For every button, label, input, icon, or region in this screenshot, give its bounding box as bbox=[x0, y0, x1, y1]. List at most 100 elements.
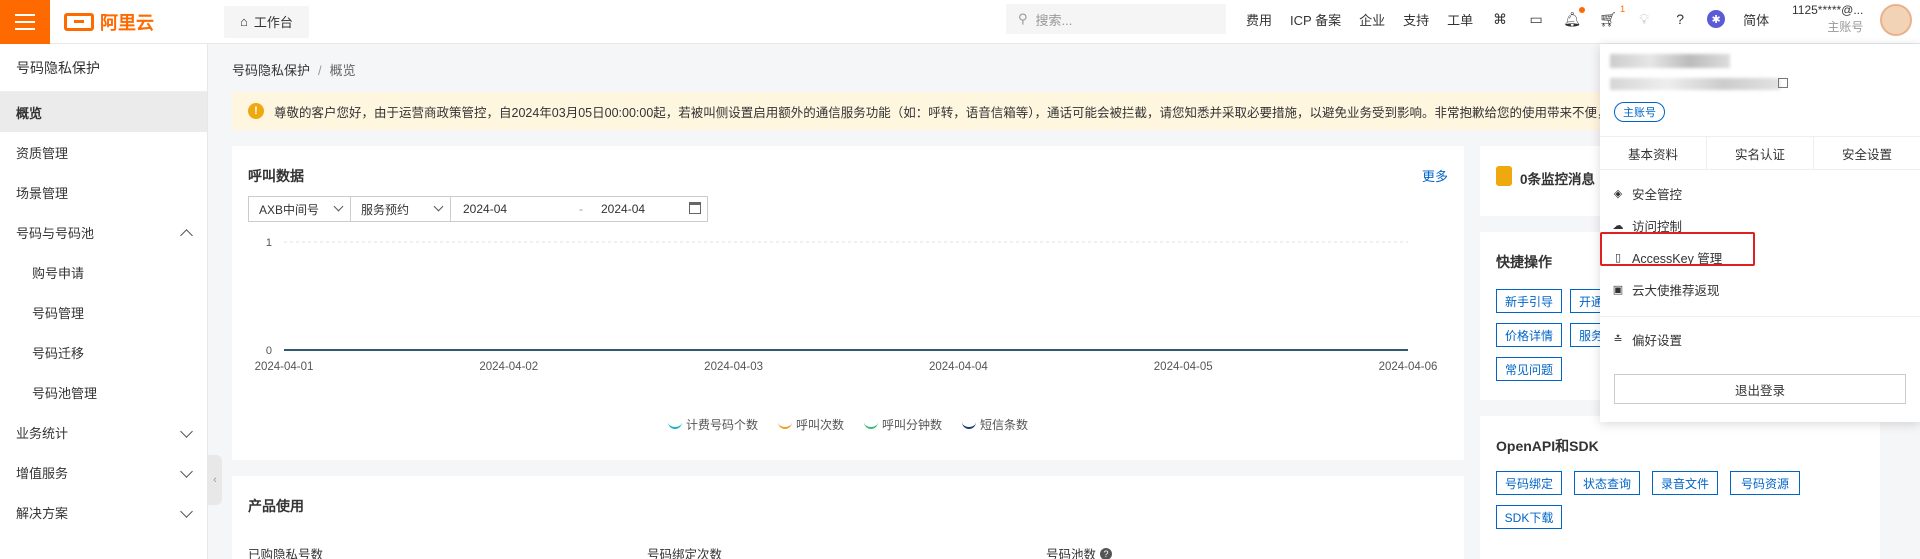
menu-ambassador[interactable]: ▣ 云大使推荐返现 bbox=[1612, 280, 1720, 299]
user-id: 1125*****@... bbox=[1792, 3, 1864, 17]
user-avatar[interactable] bbox=[1880, 4, 1912, 36]
price-details-button[interactable]: 价格详情 bbox=[1496, 323, 1562, 347]
sidebar-item-number-migrate[interactable]: 号码迁移 bbox=[0, 332, 207, 372]
user-role: 主账号 bbox=[1827, 20, 1864, 34]
sidebar-item-scenario[interactable]: 场景管理 bbox=[0, 172, 207, 212]
call-data-filters: AXB中间号 服务预约 2024-04 - 2024-04 bbox=[248, 196, 708, 222]
legend-label: 呼叫分钟数 bbox=[882, 418, 943, 432]
status-query-button[interactable]: 状态查询 bbox=[1574, 471, 1640, 495]
tab-security[interactable]: 安全设置 bbox=[1814, 137, 1920, 169]
nav-ticket[interactable]: 工单 bbox=[1447, 10, 1473, 29]
tab-real-name[interactable]: 实名认证 bbox=[1707, 137, 1814, 169]
nav-icp[interactable]: ICP 备案 bbox=[1290, 10, 1341, 29]
number-binding-button[interactable]: 号码绑定 bbox=[1496, 471, 1562, 495]
beginner-guide-button[interactable]: 新手引导 bbox=[1496, 289, 1562, 313]
sidebar-item-label: 资质管理 bbox=[16, 145, 69, 161]
legend-marker-icon bbox=[962, 421, 977, 429]
more-link[interactable]: 更多 bbox=[1422, 166, 1448, 185]
service-type-value: 服务预约 bbox=[361, 202, 410, 217]
search-input[interactable]: ⚲ 搜索... bbox=[1006, 4, 1226, 34]
sidebar-item-solutions[interactable]: 解决方案 bbox=[0, 492, 207, 532]
sidebar-item-qualification[interactable]: 资质管理 bbox=[0, 132, 207, 172]
legend-marker-icon bbox=[777, 421, 792, 429]
cart-icon[interactable]: 🛒︎ 1 bbox=[1599, 4, 1625, 28]
warning-icon: ! bbox=[248, 103, 264, 119]
help-icon[interactable]: ? bbox=[1100, 547, 1113, 559]
breadcrumb-root[interactable]: 号码隐私保护 bbox=[232, 63, 310, 78]
dropdown-tabs: 基本资料 实名认证 安全设置 bbox=[1600, 136, 1920, 170]
lightbulb-icon[interactable]: 💡︎ bbox=[1635, 10, 1653, 28]
sidebar-item-label: 场景管理 bbox=[16, 185, 69, 201]
legend-label: 呼叫次数 bbox=[795, 418, 844, 432]
service-type-select[interactable]: 服务预约 bbox=[351, 197, 451, 221]
date-range-picker[interactable]: 2024-04 - 2024-04 bbox=[451, 197, 707, 221]
sidebar-item-label: 概览 bbox=[16, 105, 43, 121]
legend-item[interactable]: 计费号码个数 bbox=[667, 416, 758, 433]
help-icon[interactable]: ? bbox=[1671, 10, 1689, 28]
code-icon[interactable]: ⌘ bbox=[1491, 10, 1509, 28]
sidebar-item-purchase[interactable]: 购号申请 bbox=[0, 252, 207, 292]
legend-item[interactable]: 短信条数 bbox=[962, 416, 1028, 433]
redacted-name bbox=[1610, 54, 1730, 68]
menu-security-control[interactable]: ◈ 安全管控 bbox=[1612, 184, 1682, 203]
hamburger-menu-button[interactable] bbox=[0, 0, 50, 44]
legend-item[interactable]: 呼叫分钟数 bbox=[864, 416, 942, 433]
breadcrumb: 号码隐私保护 / 概览 bbox=[232, 60, 356, 79]
terminal-icon[interactable]: ▭ bbox=[1527, 10, 1545, 28]
home-icon: ⌂ bbox=[240, 14, 248, 29]
menu-label: 安全管控 bbox=[1632, 188, 1683, 202]
sliders-icon: ≛ bbox=[1613, 334, 1623, 346]
sdk-download-button[interactable]: SDK下载 bbox=[1496, 505, 1562, 529]
sidebar-item-label: 号码迁移 bbox=[32, 345, 85, 361]
sidebar-collapse-handle[interactable]: ‹ bbox=[208, 455, 222, 505]
sidebar-item-value-added[interactable]: 增值服务 bbox=[0, 452, 207, 492]
logout-button[interactable]: 退出登录 bbox=[1614, 374, 1906, 404]
workbench-label: 工作台 bbox=[253, 15, 293, 30]
logo-mark-icon bbox=[64, 12, 94, 31]
copy-icon[interactable] bbox=[1778, 78, 1788, 88]
menu-preferences[interactable]: ≛ 偏好设置 bbox=[1612, 330, 1682, 349]
sidebar-item-label: 解决方案 bbox=[16, 505, 69, 521]
chevron-up-icon bbox=[180, 229, 193, 242]
shield-icon: ◈ bbox=[1613, 188, 1623, 200]
chevron-down-icon bbox=[333, 201, 344, 212]
monitor-title[interactable]: 0条监控消息 bbox=[1520, 168, 1595, 188]
legend-item[interactable]: 呼叫次数 bbox=[777, 416, 844, 433]
monitor-card: 0条监控消息 bbox=[1480, 146, 1608, 216]
chart-legend: 计费号码个数 呼叫次数 呼叫分钟数 短信条数 bbox=[232, 416, 1464, 433]
sidebar-item-overview[interactable]: 概览 bbox=[0, 92, 207, 132]
binding-count-label: 号码绑定次数 bbox=[647, 548, 723, 559]
x-tick-label: 2024-04-02 bbox=[479, 361, 538, 373]
pool-count-text: 号码池数 bbox=[1046, 548, 1097, 559]
y-tick-label: 1 bbox=[266, 237, 272, 249]
nav-support[interactable]: 支持 bbox=[1403, 10, 1429, 29]
sidebar-item-numbers-pool[interactable]: 号码与号码池 bbox=[0, 212, 207, 252]
product-usage-title: 产品使用 bbox=[248, 498, 304, 514]
x-tick-label: 2024-04-03 bbox=[704, 361, 763, 373]
sidebar-item-statistics[interactable]: 业务统计 bbox=[0, 412, 207, 452]
assistant-icon[interactable]: ✱ bbox=[1707, 10, 1726, 28]
legend-label: 计费号码个数 bbox=[685, 418, 758, 432]
tab-basic-info[interactable]: 基本资料 bbox=[1600, 137, 1707, 169]
nav-enterprise[interactable]: 企业 bbox=[1359, 10, 1385, 29]
sidebar-item-pool-manage[interactable]: 号码池管理 bbox=[0, 372, 207, 412]
chevron-down-icon bbox=[180, 505, 193, 518]
quick-ops-card: 快捷操作 新手引导 开通 价格详情 服务 常见问题 bbox=[1480, 232, 1608, 400]
quick-ops-title: 快捷操作 bbox=[1496, 254, 1552, 270]
language-switch[interactable]: 简体 bbox=[1743, 10, 1769, 29]
date-separator: - bbox=[579, 202, 583, 216]
number-resource-button[interactable]: 号码资源 bbox=[1730, 471, 1800, 495]
number-type-select[interactable]: AXB中间号 bbox=[249, 197, 351, 221]
openapi-title: OpenAPI和SDK bbox=[1496, 438, 1599, 454]
calendar-icon bbox=[689, 202, 701, 214]
purchased-numbers-label: 已购隐私号数 bbox=[248, 548, 324, 559]
bell-icon[interactable]: 🔔︎ bbox=[1563, 7, 1586, 28]
nav-fees[interactable]: 费用 bbox=[1246, 10, 1272, 29]
faq-button[interactable]: 常见问题 bbox=[1496, 357, 1562, 381]
sidebar-item-label: 业务统计 bbox=[16, 425, 69, 441]
workbench-button[interactable]: ⌂ 工作台 bbox=[224, 5, 309, 38]
user-info[interactable]: 1125*****@... 主账号 bbox=[1792, 2, 1863, 36]
recording-file-button[interactable]: 录音文件 bbox=[1652, 471, 1718, 495]
aliyun-logo[interactable]: 阿里云 bbox=[50, 9, 210, 35]
sidebar-item-number-manage[interactable]: 号码管理 bbox=[0, 292, 207, 332]
